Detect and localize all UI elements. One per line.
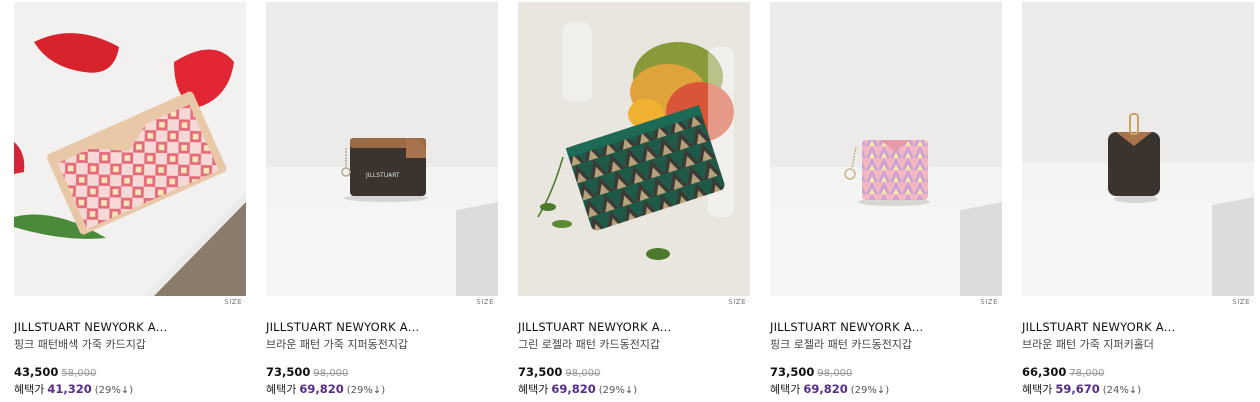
benefit-price: 41,320 [47,382,92,396]
benefit-row: 혜택가 59,670 (24%↓) [1022,378,1141,397]
product-name[interactable]: 핑크 로젤라 패턴 카드동전지갑 [770,336,912,352]
size-tag: SIZE [728,298,746,306]
benefit-discount-percent: (29%↓) [346,385,386,396]
size-tag: SIZE [476,298,494,306]
product-image[interactable] [770,2,1002,296]
sale-price: 73,500 [266,365,311,379]
benefit-discount-percent: (24%↓) [1102,385,1142,396]
sale-price: 66,300 [1022,365,1067,379]
benefit-discount-percent: (29%↓) [94,385,134,396]
product-name[interactable]: 그린 로젤라 패턴 카드동전지갑 [518,336,660,352]
benefit-row: 혜택가 69,820 (29%↓) [770,378,889,397]
benefit-label: 혜택가 [14,383,45,396]
product-image[interactable]: JILLSTUART [266,2,498,296]
sale-price: 73,500 [770,365,815,379]
product-brand[interactable]: JILLSTUART NEWYORK A… [266,320,419,334]
size-tag: SIZE [1232,298,1250,306]
product-brand[interactable]: JILLSTUART NEWYORK A… [518,320,671,334]
benefit-row: 혜택가 41,320 (29%↓) [14,378,133,397]
product-image[interactable] [14,2,246,296]
benefit-price: 69,820 [299,382,344,396]
product-image[interactable] [518,2,750,296]
size-tag: SIZE [980,298,998,306]
product-brand[interactable]: JILLSTUART NEWYORK A… [770,320,923,334]
benefit-discount-percent: (29%↓) [850,385,890,396]
size-tag: SIZE [224,298,242,306]
benefit-discount-percent: (29%↓) [598,385,638,396]
product-brand[interactable]: JILLSTUART NEWYORK A… [1022,320,1175,334]
product-card[interactable]: SIZE JILLSTUART NEWYORK A… 그린 로젤라 패턴 카드동… [518,2,750,402]
benefit-label: 혜택가 [518,383,549,396]
product-card[interactable]: SIZE JILLSTUART NEWYORK A… 핑크 로젤라 패턴 카드동… [770,2,1002,402]
product-brand[interactable]: JILLSTUART NEWYORK A… [14,320,167,334]
product-name[interactable]: 핑크 패턴배색 가죽 카드지갑 [14,336,146,352]
benefit-label: 혜택가 [1022,383,1053,396]
benefit-row: 혜택가 69,820 (29%↓) [266,378,385,397]
product-name[interactable]: 브라운 패턴 가죽 지퍼동전지갑 [266,336,408,352]
benefit-price: 69,820 [551,382,596,396]
product-card[interactable]: JILLSTUART SIZE JILLSTUART NEWYORK A… 브라… [266,2,498,402]
benefit-price: 69,820 [803,382,848,396]
product-name[interactable]: 브라운 패턴 가죽 지퍼키홀더 [1022,336,1154,352]
product-card[interactable]: SIZE JILLSTUART NEWYORK A… 핑크 패턴배색 가죽 카드… [14,2,246,402]
sale-price: 43,500 [14,365,59,379]
product-grid: SIZE JILLSTUART NEWYORK A… 핑크 패턴배색 가죽 카드… [14,2,1254,402]
sale-price: 73,500 [518,365,563,379]
product-image[interactable] [1022,2,1254,296]
benefit-label: 혜택가 [770,383,801,396]
product-card[interactable]: SIZE JILLSTUART NEWYORK A… 브라운 패턴 가죽 지퍼키… [1022,2,1254,402]
benefit-price: 59,670 [1055,382,1100,396]
wallet-logo-text: JILLSTUART [365,172,400,179]
benefit-row: 혜택가 69,820 (29%↓) [518,378,637,397]
benefit-label: 혜택가 [266,383,297,396]
